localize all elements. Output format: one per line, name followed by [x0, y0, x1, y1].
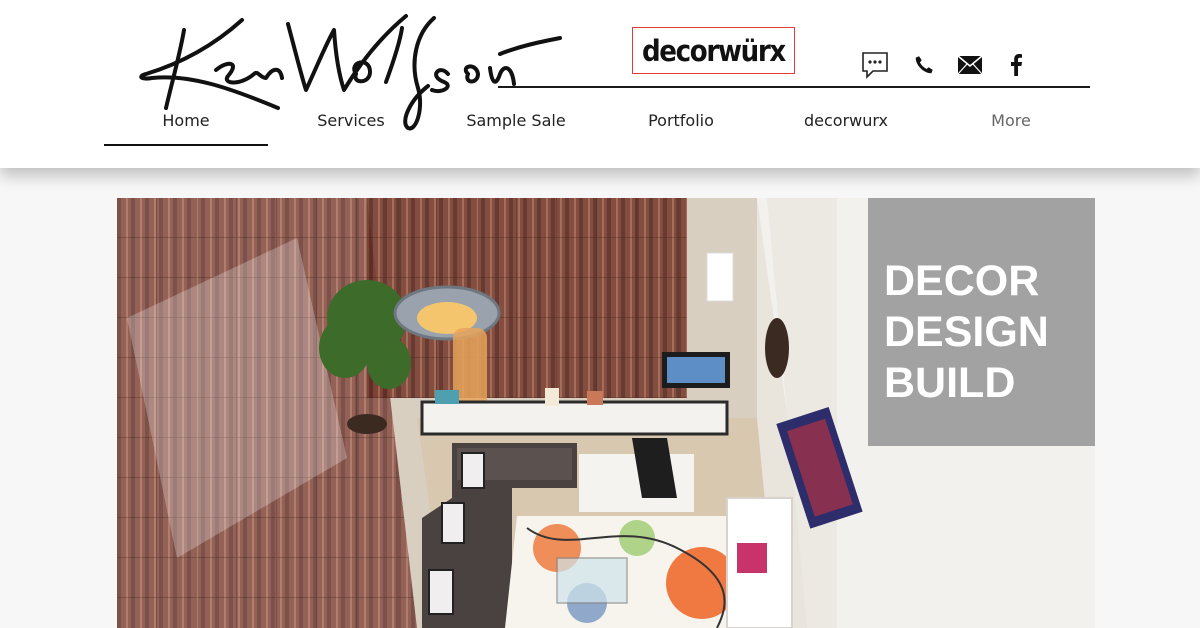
- nav-item-portfolio[interactable]: Portfolio: [598, 104, 764, 144]
- tagline-line-decor: DECOR: [884, 257, 1040, 305]
- nav-item-home[interactable]: Home: [104, 104, 268, 146]
- decorwurx-badge[interactable]: decorwürx: [632, 27, 795, 74]
- decorwurx-badge-text: decorwürx: [642, 33, 786, 68]
- hero-tagline-panel: DECOR DESIGN BUILD: [868, 198, 1095, 446]
- main-nav: Home Services Sample Sale Portfolio deco…: [104, 104, 1104, 146]
- nav-item-sample-sale-label: Sample Sale: [466, 111, 566, 130]
- phone-icon[interactable]: [907, 50, 941, 80]
- chat-icon[interactable]: [858, 50, 892, 80]
- hero-tagline: DECOR DESIGN BUILD: [884, 256, 1049, 409]
- nav-item-sample-sale[interactable]: Sample Sale: [434, 104, 598, 144]
- nav-item-services-label: Services: [317, 111, 385, 130]
- site-header: decorwürx Home Services Sample Sale Port…: [0, 0, 1200, 168]
- header-divider-line: [498, 86, 1090, 88]
- tagline-line-build: BUILD: [884, 359, 1016, 407]
- nav-item-decorwurx[interactable]: decorwurx: [764, 104, 928, 144]
- nav-item-more-label: More: [991, 111, 1031, 130]
- nav-item-services[interactable]: Services: [268, 104, 434, 144]
- tagline-line-design: DESIGN: [884, 308, 1049, 356]
- nav-item-home-label: Home: [162, 111, 210, 130]
- nav-item-portfolio-label: Portfolio: [648, 111, 714, 130]
- hero-banner: DECOR DESIGN BUILD: [117, 198, 1095, 628]
- email-icon[interactable]: [953, 50, 987, 80]
- nav-item-more[interactable]: More: [928, 104, 1094, 144]
- facebook-icon[interactable]: [999, 50, 1033, 80]
- nav-item-decorwurx-label: decorwurx: [803, 111, 888, 130]
